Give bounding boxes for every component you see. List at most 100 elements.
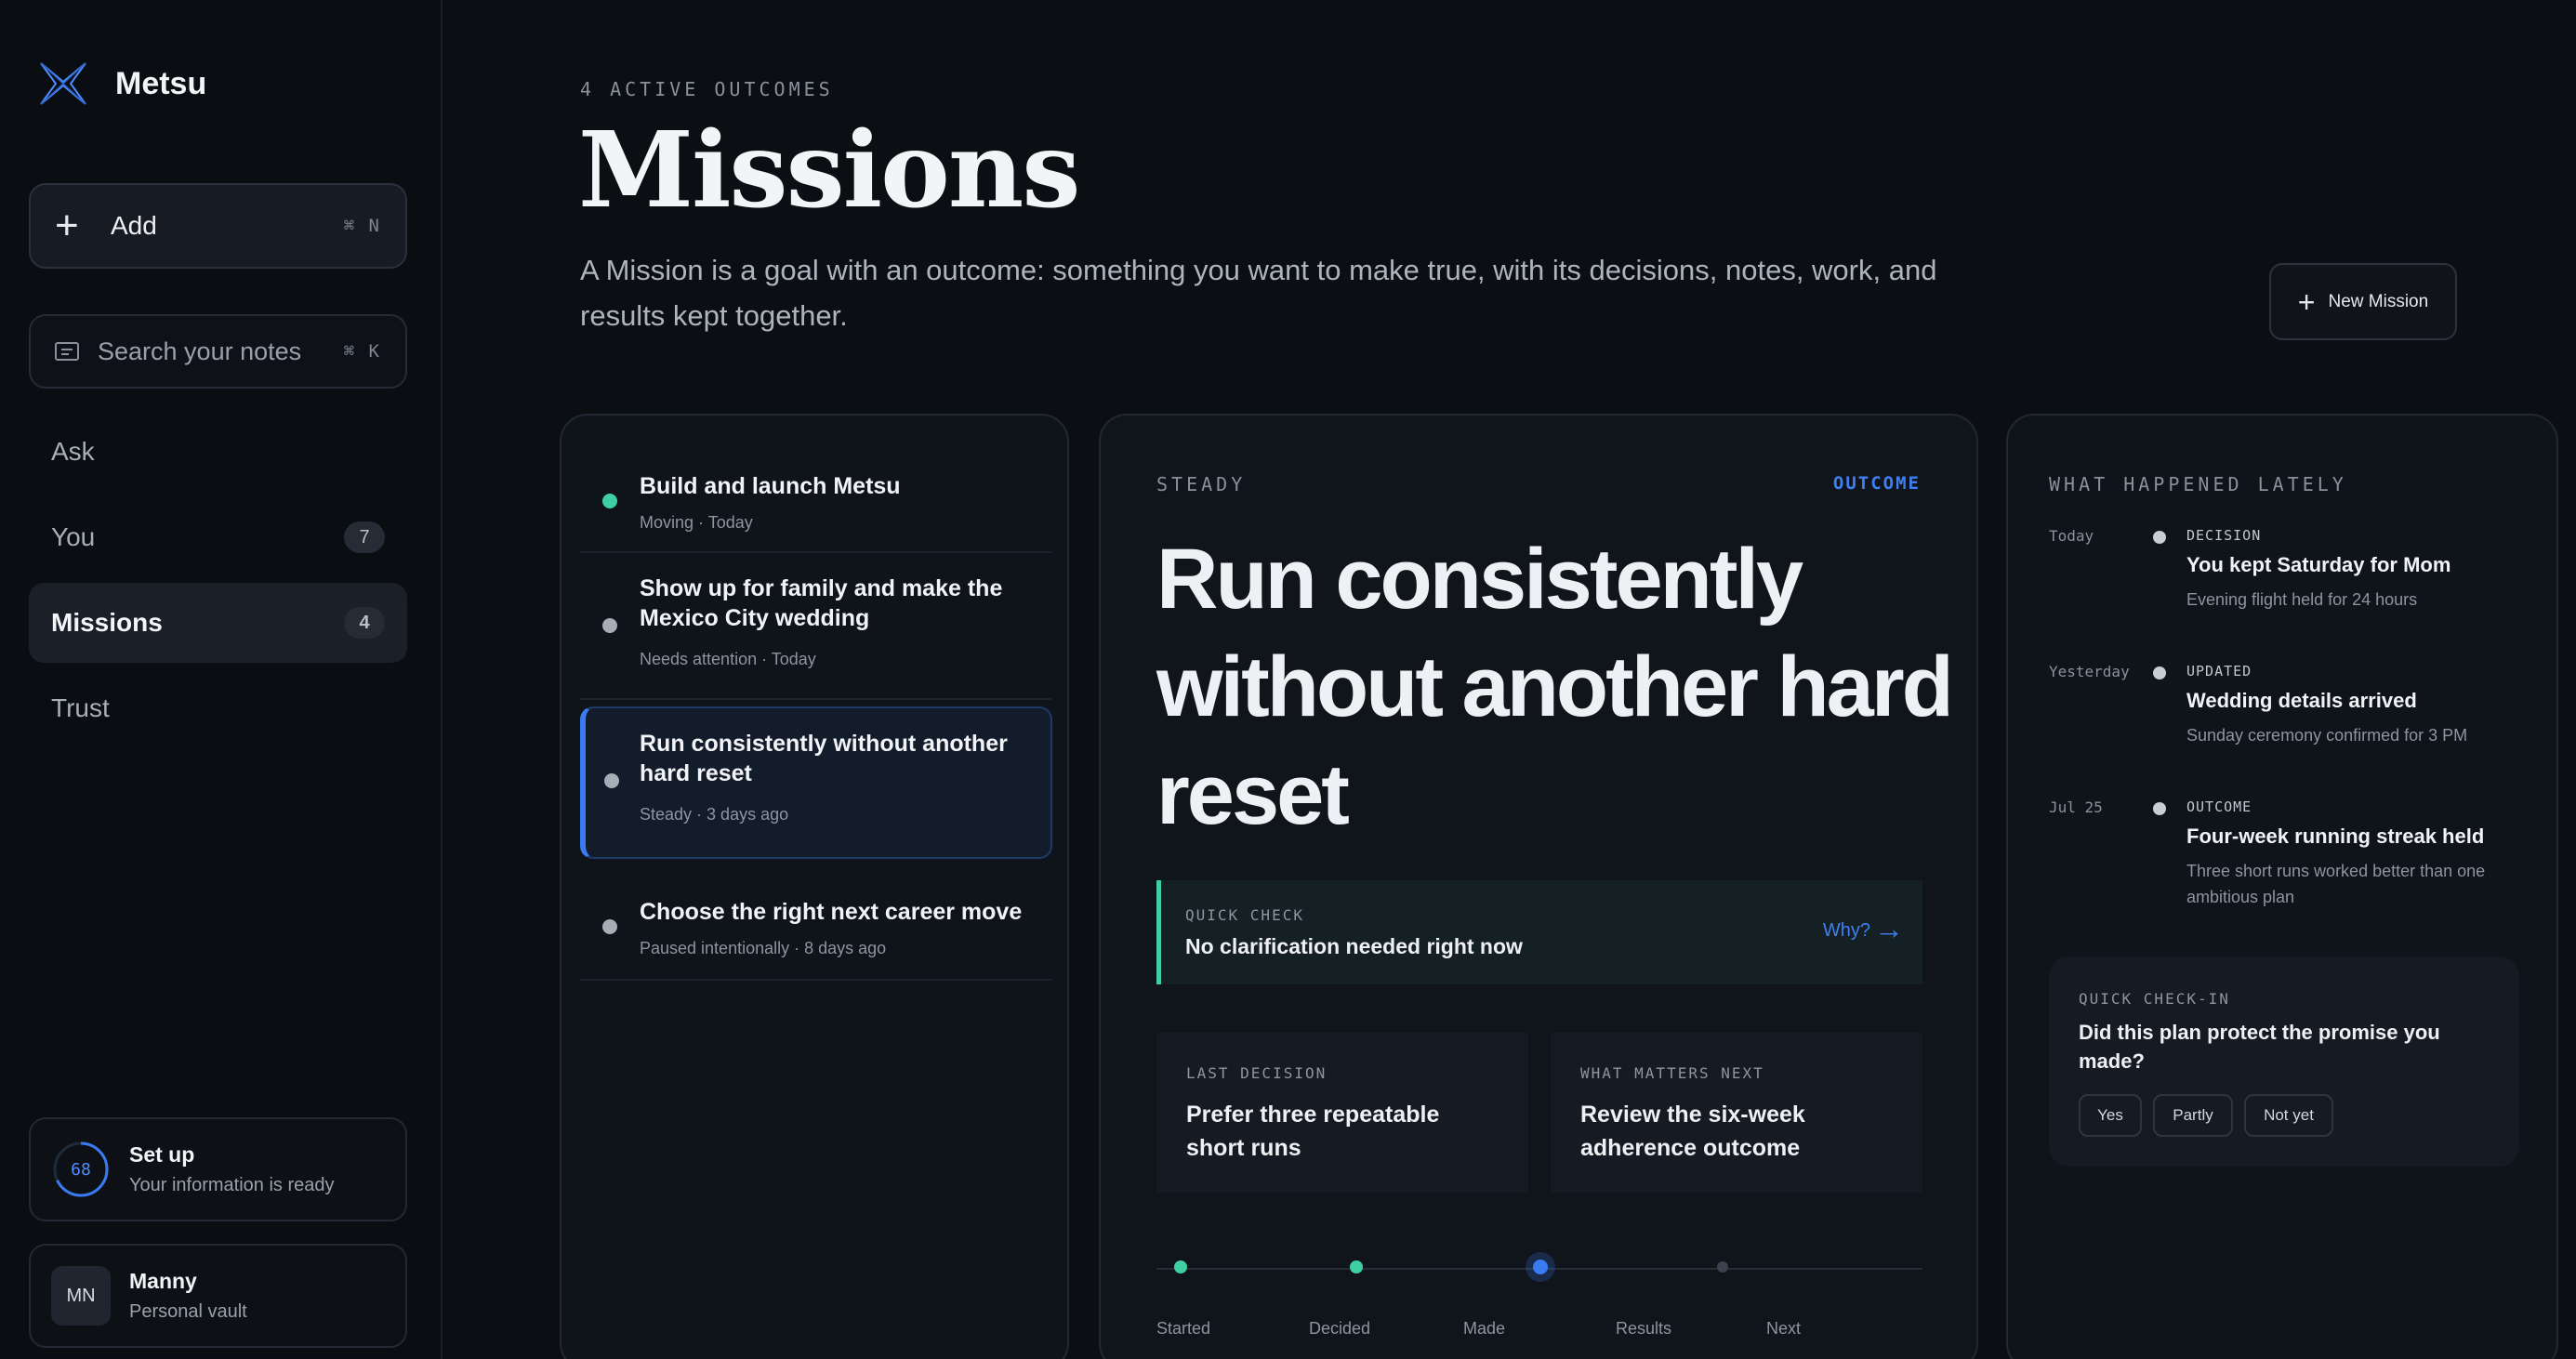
stage-label: Next (1766, 1319, 1802, 1338)
activity-subtitle: Evening flight held for 24 hours (2186, 590, 2418, 609)
status-dot (602, 618, 617, 633)
brand[interactable]: Metsu (37, 58, 206, 110)
sidebar-item-trust[interactable]: Trust (29, 668, 407, 748)
search-shortcut: ⌘ K (343, 341, 381, 362)
page-title: Missions (578, 110, 1080, 231)
next-label: WHAT MATTERS NEXT (1580, 1064, 1764, 1082)
sidebar-nav: Ask You 7 Missions 4 Trust (29, 412, 407, 754)
sidebar-item-missions[interactable]: Missions 4 (29, 583, 407, 663)
add-button[interactable]: + Add ⌘ N (29, 183, 407, 269)
avatar: MN (51, 1266, 111, 1326)
activity-kind: UPDATED (2186, 663, 2252, 680)
mission-state: STEADY (1156, 473, 1247, 495)
why-link[interactable]: Why? (1823, 920, 1870, 942)
status-dot (602, 919, 617, 934)
sidebar-item-label: Trust (51, 693, 110, 722)
notes-icon (55, 342, 79, 361)
mission-item[interactable]: Choose the right next career move Paused… (580, 862, 1052, 981)
activity-day: Jul 25 (2049, 798, 2103, 816)
stage-label: Made (1463, 1319, 1506, 1338)
mission-title: Choose the right next career move (640, 899, 1023, 925)
count-badge: 4 (344, 607, 385, 639)
user-subtitle: Personal vault (129, 1301, 247, 1322)
stage-node-decided (1350, 1260, 1363, 1273)
metsu-logo-icon (40, 62, 86, 105)
mission-meta: Moving · Today (640, 513, 753, 532)
plus-icon: + (2297, 284, 2316, 319)
count-badge: 7 (344, 521, 385, 553)
page-description: A Mission is a goal with an outcome: som… (580, 254, 1937, 332)
mission-title: Build and launch Metsu (640, 473, 901, 499)
brand-name: Metsu (115, 65, 207, 101)
status-dot (602, 494, 617, 508)
mission-title: Run consistently without another hard re… (640, 731, 1008, 786)
activity-dot (2153, 666, 2166, 680)
next-value: Review the six-week adherence outcome (1580, 1102, 1805, 1161)
sidebar-item-label: You (51, 522, 96, 551)
activity-kind: OUTCOME (2186, 798, 2252, 815)
mission-meta: Needs attention · Today (640, 650, 816, 668)
sidebar: Metsu + Add ⌘ N Search your notes ⌘ K As… (0, 0, 443, 1359)
sidebar-item-label: Ask (51, 437, 95, 466)
last-decision-value: Prefer three repeatable short runs (1186, 1102, 1440, 1161)
mission-item-selected[interactable]: Run consistently without another hard re… (580, 706, 1052, 859)
stage-label: Started (1156, 1319, 1211, 1338)
setup-title: Set up (129, 1142, 195, 1167)
mission-meta: Paused intentionally · 8 days ago (640, 939, 887, 957)
activity-title-text: You kept Saturday for Mom (2186, 553, 2451, 576)
last-decision-label: LAST DECISION (1186, 1064, 1328, 1082)
checkin-question: Did this plan protect the promise you ma… (2079, 1021, 2440, 1073)
add-label: Add (111, 211, 157, 240)
arrow-right-icon[interactable]: → (1874, 912, 1904, 946)
last-decision-card[interactable]: LAST DECISION Prefer three repeatable sh… (1156, 1033, 1528, 1193)
new-mission-label: New Mission (2328, 291, 2429, 311)
mission-title: Show up for family and make the Mexico C… (640, 575, 1003, 631)
quick-checkin-card: QUICK CHECK-IN Did this plan protect the… (2049, 957, 2519, 1167)
mission-item[interactable]: Build and launch Metsu Moving · Today (580, 434, 1052, 553)
mission-meta: Steady · 3 days ago (640, 805, 789, 824)
checkin-label: QUICK CHECK-IN (2079, 990, 2230, 1008)
quick-check-value: No clarification needed right now (1185, 934, 1523, 958)
setup-progress-value: 68 (71, 1159, 91, 1180)
mission-item[interactable]: Show up for family and make the Mexico C… (580, 555, 1052, 700)
activity-kind: DECISION (2186, 527, 2262, 544)
stage-node-made (1533, 1260, 1548, 1274)
plus-icon: + (55, 203, 79, 248)
checkin-yes-button[interactable]: Yes (2079, 1094, 2142, 1137)
next-card[interactable]: WHAT MATTERS NEXT Review the six-week ad… (1551, 1033, 1922, 1193)
stage-label: Results (1616, 1319, 1672, 1338)
search-placeholder: Search your notes (98, 336, 302, 365)
checkin-not-yet-button[interactable]: Not yet (2244, 1094, 2333, 1137)
add-shortcut: ⌘ N (343, 216, 381, 236)
sidebar-item-you[interactable]: You 7 (29, 497, 407, 577)
mission-headline: Run consistently without another hard re… (1156, 532, 1954, 842)
setup-progress-ring: 68 (51, 1140, 111, 1199)
setup-subtitle: Your information is ready (129, 1175, 335, 1195)
status-dot (604, 773, 619, 788)
activity-day: Today (2049, 527, 2094, 545)
activity-subtitle: Sunday ceremony confirmed for 3 PM (2186, 726, 2468, 745)
user-card[interactable]: MN Manny Personal vault (29, 1244, 407, 1348)
recent-activity: WHAT HAPPENED LATELY Today DECISION You … (2006, 414, 2558, 1359)
activity-subtitle: Three short runs worked better than one … (2186, 862, 2486, 906)
quick-check: QUICK CHECK No clarification needed righ… (1156, 880, 1922, 984)
activity-dot (2153, 531, 2166, 544)
activity-title-text: Four-week running streak held (2186, 825, 2485, 848)
sidebar-item-label: Missions (51, 608, 163, 637)
setup-card[interactable]: 68 Set up Your information is ready (29, 1117, 407, 1221)
page-eyebrow: 4 ACTIVE OUTCOMES (580, 78, 834, 100)
mission-list: Build and launch Metsu Moving · Today Sh… (560, 414, 1069, 1359)
activity-title: WHAT HAPPENED LATELY (2049, 473, 2347, 495)
activity-day: Yesterday (2049, 663, 2130, 680)
activity-title-text: Wedding details arrived (2186, 689, 2417, 712)
sidebar-item-ask[interactable]: Ask (29, 412, 407, 492)
new-mission-button[interactable]: + New Mission (2269, 263, 2457, 340)
search-input[interactable]: Search your notes ⌘ K (29, 314, 407, 389)
outcome-tag: OUTCOME (1832, 473, 1921, 494)
stage-node-results (1717, 1261, 1728, 1273)
checkin-partly-button[interactable]: Partly (2153, 1094, 2233, 1137)
quick-check-label: QUICK CHECK (1185, 906, 1304, 924)
user-name: Manny (129, 1269, 197, 1293)
mission-detail: STEADY OUTCOME Run consistently without … (1099, 414, 1978, 1359)
stage-node-started (1174, 1260, 1187, 1273)
